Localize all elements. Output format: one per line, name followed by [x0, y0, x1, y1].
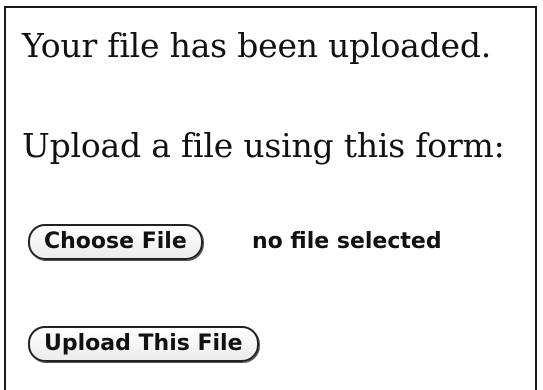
file-selection-status: no file selected	[252, 229, 442, 254]
upload-file-button[interactable]: Upload This File	[28, 326, 259, 362]
upload-form-instructions: Upload a file using this form:	[22, 126, 505, 165]
upload-success-message: Your file has been uploaded.	[22, 26, 492, 65]
choose-file-button[interactable]: Choose File	[28, 224, 203, 260]
